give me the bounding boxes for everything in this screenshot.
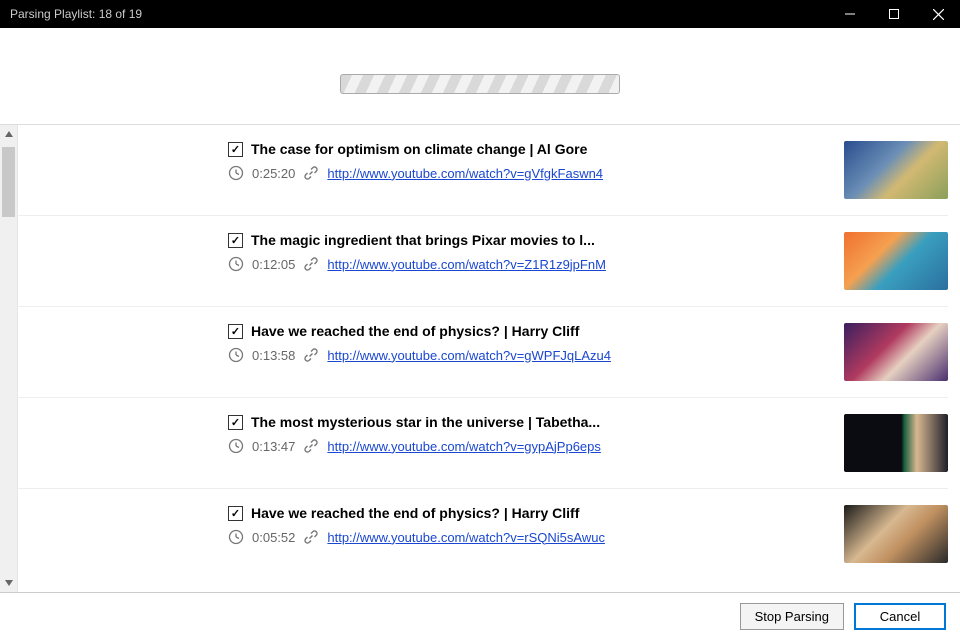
item-content: ✓ Have we reached the end of physics? | H… [228, 505, 844, 545]
video-title: Have we reached the end of physics? | Ha… [251, 323, 579, 339]
item-content: ✓ The magic ingredient that brings Pixar … [228, 232, 844, 272]
checkbox[interactable]: ✓ [228, 142, 243, 157]
progress-section [0, 28, 960, 124]
duration: 0:25:20 [252, 166, 295, 181]
link-icon [303, 347, 319, 363]
video-title: Have we reached the end of physics? | Ha… [251, 505, 579, 521]
clock-icon [228, 438, 244, 454]
meta-row: 0:12:05 http://www.youtube.com/watch?v=Z1… [228, 256, 830, 272]
duration: 0:13:58 [252, 348, 295, 363]
item-content: ✓ Have we reached the end of physics? | H… [228, 323, 844, 363]
close-icon [933, 9, 944, 20]
list-item: ✓ Have we reached the end of physics? | H… [18, 306, 948, 397]
scrollbar[interactable] [0, 125, 18, 592]
list-item: ✓ The most mysterious star in the univers… [18, 397, 948, 488]
title-row: ✓ Have we reached the end of physics? | H… [228, 323, 830, 339]
checkbox[interactable]: ✓ [228, 324, 243, 339]
video-title: The case for optimism on climate change … [251, 141, 587, 157]
link-icon [303, 165, 319, 181]
item-content: ✓ The most mysterious star in the univers… [228, 414, 844, 454]
list-item: ✓ The magic ingredient that brings Pixar … [18, 215, 948, 306]
progress-bar [340, 74, 620, 94]
checkbox[interactable]: ✓ [228, 415, 243, 430]
thumbnail[interactable] [844, 505, 948, 563]
video-url[interactable]: http://www.youtube.com/watch?v=gypAjPp6e… [327, 439, 601, 454]
chevron-down-icon [5, 580, 13, 586]
list-item: ✓ Have we reached the end of physics? | H… [18, 488, 948, 579]
minimize-button[interactable] [828, 0, 872, 28]
stop-parsing-button[interactable]: Stop Parsing [740, 603, 844, 630]
video-url[interactable]: http://www.youtube.com/watch?v=rSQNi5sAw… [327, 530, 605, 545]
link-icon [303, 438, 319, 454]
thumbnail[interactable] [844, 232, 948, 290]
meta-row: 0:05:52 http://www.youtube.com/watch?v=rS… [228, 529, 830, 545]
scroll-down-button[interactable] [0, 574, 17, 592]
clock-icon [228, 165, 244, 181]
title-row: ✓ The case for optimism on climate change… [228, 141, 830, 157]
clock-icon [228, 347, 244, 363]
title-row: ✓ The magic ingredient that brings Pixar … [228, 232, 830, 248]
title-row: ✓ The most mysterious star in the univers… [228, 414, 830, 430]
link-icon [303, 256, 319, 272]
meta-row: 0:25:20 http://www.youtube.com/watch?v=gV… [228, 165, 830, 181]
item-list: ✓ The case for optimism on climate change… [18, 125, 960, 592]
window-title: Parsing Playlist: 18 of 19 [10, 7, 828, 21]
thumbnail[interactable] [844, 141, 948, 199]
thumbnail[interactable] [844, 414, 948, 472]
list-area: ✓ The case for optimism on climate change… [0, 124, 960, 592]
checkbox[interactable]: ✓ [228, 506, 243, 521]
duration: 0:05:52 [252, 530, 295, 545]
meta-row: 0:13:58 http://www.youtube.com/watch?v=gW… [228, 347, 830, 363]
scroll-up-button[interactable] [0, 125, 17, 143]
chevron-up-icon [5, 131, 13, 137]
video-url[interactable]: http://www.youtube.com/watch?v=gWPFJqLAz… [327, 348, 611, 363]
clock-icon [228, 529, 244, 545]
video-title: The most mysterious star in the universe… [251, 414, 600, 430]
duration: 0:13:47 [252, 439, 295, 454]
thumbnail[interactable] [844, 323, 948, 381]
duration: 0:12:05 [252, 257, 295, 272]
checkbox[interactable]: ✓ [228, 233, 243, 248]
maximize-button[interactable] [872, 0, 916, 28]
clock-icon [228, 256, 244, 272]
item-content: ✓ The case for optimism on climate change… [228, 141, 844, 181]
title-row: ✓ Have we reached the end of physics? | H… [228, 505, 830, 521]
maximize-icon [889, 9, 899, 19]
video-title: The magic ingredient that brings Pixar m… [251, 232, 595, 248]
video-url[interactable]: http://www.youtube.com/watch?v=Z1R1z9jpF… [327, 257, 606, 272]
meta-row: 0:13:47 http://www.youtube.com/watch?v=gy… [228, 438, 830, 454]
list-item: ✓ The case for optimism on climate change… [18, 125, 948, 215]
scroll-thumb[interactable] [2, 147, 15, 217]
cancel-button[interactable]: Cancel [854, 603, 946, 630]
close-button[interactable] [916, 0, 960, 28]
link-icon [303, 529, 319, 545]
video-url[interactable]: http://www.youtube.com/watch?v=gVfgkFasw… [327, 166, 603, 181]
minimize-icon [845, 9, 855, 19]
footer: Stop Parsing Cancel [0, 592, 960, 640]
titlebar: Parsing Playlist: 18 of 19 [0, 0, 960, 28]
